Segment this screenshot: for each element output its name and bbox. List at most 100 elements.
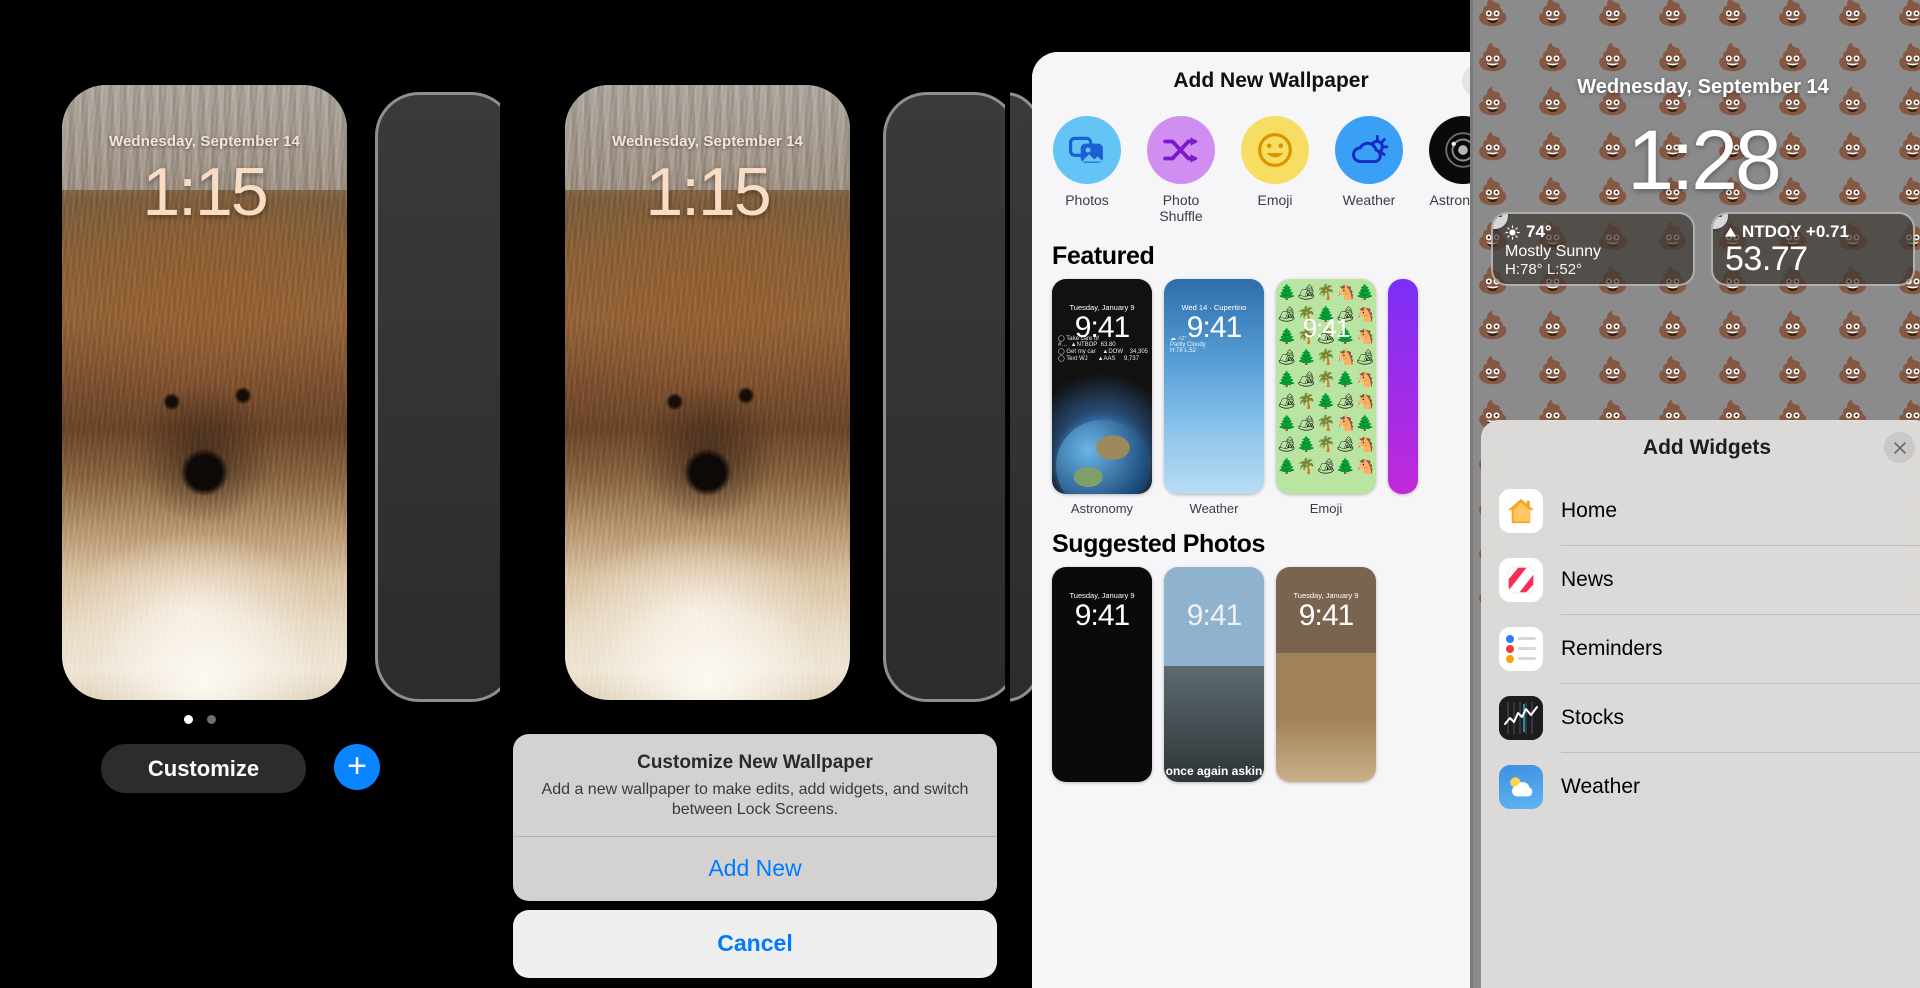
weather-high-low: H:78° L:52° [1505, 261, 1583, 278]
thumb-time: 9:41 [1074, 599, 1130, 633]
earth-graphic [1056, 420, 1148, 495]
thumb-time: 9:41 [1298, 599, 1354, 633]
widget-app-label: Reminders [1561, 636, 1663, 660]
astronomy-icon-bubble [1429, 116, 1470, 184]
category-label: Photo Shuffle [1159, 192, 1203, 225]
action-sheet-title: Customize New Wallpaper [637, 752, 873, 773]
emoji-pattern: 🌲 🏕 🌴 🐴 🌲 🏕 🌴 🌲 🏕 🐴 🌲 🌴 🏕 🌲 🐴 🏕 🌲 🌴 🐴 🏕 🌲 🏕 🌴 🌲 🐴 🏕 🌴 🌲 🏕 🐴 🌲 🏕 🌴 🐴… [1277, 284, 1375, 476]
stocks-app-icon [1499, 695, 1543, 740]
suggested-item-1[interactable]: Tuesday, January 9 9:41 [1052, 567, 1152, 783]
category-photo-shuffle[interactable]: Photo Shuffle [1142, 116, 1220, 224]
widget-app-label: Stocks [1561, 705, 1625, 729]
category-emoji[interactable]: Emoji [1236, 116, 1314, 224]
emoji-icon-bubble [1241, 116, 1309, 184]
reminder-row [1506, 654, 1536, 663]
lockscreen-time: 1:15 [645, 154, 771, 230]
thumbnail-caption: Emoji [1309, 501, 1343, 517]
news-app-icon [1499, 557, 1543, 602]
reminder-row [1506, 644, 1536, 653]
featured-item[interactable] [1388, 279, 1418, 516]
action-sheet-header: Customize New Wallpaper Add a new wallpa… [513, 734, 997, 836]
widget-list-item-stocks[interactable]: Stocks [1499, 683, 1920, 752]
weather-icon [1352, 134, 1389, 164]
weather-temp-row: 74° [1505, 222, 1681, 242]
stocks-value: 53.77 [1725, 240, 1808, 278]
stocks-ticker-row: NTDOY +0.71 [1725, 222, 1901, 242]
add-wallpaper-button[interactable]: + [334, 744, 380, 790]
page-dot-2[interactable] [207, 715, 216, 724]
add-new-button[interactable]: Add New [513, 837, 997, 901]
action-sheet-body: Customize New Wallpaper Add a new wallpa… [513, 734, 997, 901]
panel-add-new-wallpaper: Add New Wallpaper Photos Photo Shuffle E… [1010, 0, 1470, 988]
reminder-bar [1518, 657, 1536, 660]
secondary-lockscreen-card[interactable] [375, 92, 500, 702]
sun-icon [1505, 224, 1520, 240]
close-button[interactable] [1884, 432, 1915, 463]
suggested-item-2[interactable]: 9:41 once again askin [1164, 567, 1264, 783]
astronomy-icon [1445, 132, 1470, 168]
suggested-item-3[interactable]: Tuesday, January 9 9:41 [1276, 567, 1376, 783]
shuffle-icon-bubble [1147, 116, 1215, 184]
secondary-lockscreen-card[interactable] [883, 92, 1005, 702]
cancel-button[interactable]: Cancel [513, 910, 997, 978]
reminder-dot-red [1506, 644, 1514, 653]
wallpaper-category-row: Photos Photo Shuffle Emoji Weather Astro… [1032, 110, 1470, 228]
minus-icon [1713, 214, 1722, 218]
weather-condition: Mostly Sunny [1505, 243, 1602, 260]
featured-item[interactable]: Tuesday, January 9 9:41 ◯ Take care of #… [1052, 279, 1152, 516]
lockscreen-preview-card[interactable]: Wednesday, September 14 1:15 [565, 85, 850, 700]
widget-list-item-news[interactable]: News [1499, 545, 1920, 614]
triangle-up-icon [1725, 227, 1736, 237]
category-weather[interactable]: Weather [1330, 116, 1408, 224]
reminder-dot-blue [1506, 634, 1514, 643]
weather-icon-bubble [1335, 116, 1403, 184]
thumbnail-caption: Astronomy [1070, 501, 1134, 517]
stocks-widget[interactable]: NTDOY +0.71 53.77 [1711, 212, 1915, 286]
panel-lock-screen-switcher: Wednesday, September 14 1:15 Customize + [0, 0, 500, 988]
widget-list-item-reminders[interactable]: Reminders [1499, 614, 1920, 683]
action-sheet-message: Add a new wallpaper to make edits, add w… [541, 781, 969, 818]
modal-title: Add New Wallpaper [1173, 69, 1369, 92]
widget-list-item-weather[interactable]: Weather [1499, 752, 1920, 821]
close-button[interactable] [1462, 65, 1470, 97]
stocks-chart-icon [1499, 695, 1543, 740]
panel-emoji-wallpaper-widgets: 💩 💩 💩 💩 💩 💩 💩 💩 💩 💩 💩 💩 💩 💩 💩 💩 💩 💩 💩 💩 💩 💩 💩 💩 💩 💩 💩 💩 💩 💩 💩 💩 💩 💩 💩 💩… [1473, 0, 1920, 988]
thumbnail-astronomy[interactable]: Tuesday, January 9 9:41 ◯ Take care of #… [1052, 279, 1152, 495]
close-icon [1893, 441, 1906, 454]
emoji-smile-icon [1258, 133, 1292, 167]
weather-widget[interactable]: 74° Mostly Sunny H:78° L:52° [1491, 212, 1695, 286]
page-dot-1[interactable] [184, 715, 193, 724]
featured-item[interactable]: Wed 14 · Cupertino 9:41 ☁ 72° Partly Clou… [1164, 279, 1264, 516]
widget-list-item-home[interactable]: Home [1499, 476, 1920, 545]
suggested-thumbnails: Tuesday, January 9 9:41 9:41 once again … [1032, 567, 1470, 783]
lockscreen-date: Wednesday, September 14 [612, 133, 803, 150]
stocks-ticker: NTDOY +0.71 [1742, 222, 1849, 241]
thumbnail-gradient[interactable] [1388, 279, 1418, 495]
category-label: Astronomy [1429, 192, 1470, 208]
featured-heading: Featured [1052, 242, 1155, 271]
widget-app-label: Home [1561, 498, 1618, 522]
action-sheet: Customize New Wallpaper Add a new wallpa… [513, 734, 997, 978]
weather-temp: 74° [1526, 222, 1552, 241]
reminder-bar [1518, 637, 1536, 640]
widget-app-label: News [1561, 567, 1614, 591]
featured-item[interactable]: 🌲 🏕 🌴 🐴 🌲 🏕 🌴 🌲 🏕 🐴 🌲 🌴 🏕 🌲 🐴 🏕 🌲 🌴 🐴 🏕 🌲 🏕 🌴 🌲 🐴 🏕 🌴 🌲 🏕 🐴 🌲 🏕 🌴 🐴… [1276, 279, 1376, 516]
lockscreen-preview-card[interactable]: Wednesday, September 14 1:15 [62, 85, 347, 700]
thumbnail-weather[interactable]: Wed 14 · Cupertino 9:41 ☁ 72° Partly Clou… [1164, 279, 1264, 495]
category-astronomy[interactable]: Astronomy [1424, 116, 1470, 224]
lockscreen-widget-row: 74° Mostly Sunny H:78° L:52° NTDOY +0.71 [1491, 212, 1915, 286]
thumbnail-emoji[interactable]: 🌲 🏕 🌴 🐴 🌲 🏕 🌴 🌲 🏕 🐴 🌲 🌴 🏕 🌲 🐴 🏕 🌲 🌴 🐴 🏕 🌲 🏕 🌴 🌲 🐴 🏕 🌴 🌲 🏕 🐴 🌲 🏕 🌴 🐴… [1276, 279, 1376, 495]
add-new-wallpaper-modal: Add New Wallpaper Photos Photo Shuffle E… [1032, 52, 1470, 988]
thumb-time: 9:41 [1302, 313, 1351, 344]
thumb-widgets: ◯ Take care of #… ▲NTBOP 63.80 ◯ Get my … [1058, 336, 1149, 363]
weather-app-icon [1499, 764, 1543, 809]
category-photos[interactable]: Photos [1048, 116, 1126, 224]
photos-icon [1069, 136, 1103, 163]
add-widgets-title: Add Widgets [1642, 436, 1772, 459]
lockscreen-time: 1:15 [142, 154, 268, 230]
sun-cloud-icon [1510, 776, 1533, 796]
lockscreen-date: Wednesday, September 14 [109, 133, 300, 150]
customize-button[interactable]: Customize [101, 744, 306, 793]
modal-header: Add New Wallpaper [1032, 52, 1470, 110]
category-label: Weather [1342, 192, 1396, 208]
